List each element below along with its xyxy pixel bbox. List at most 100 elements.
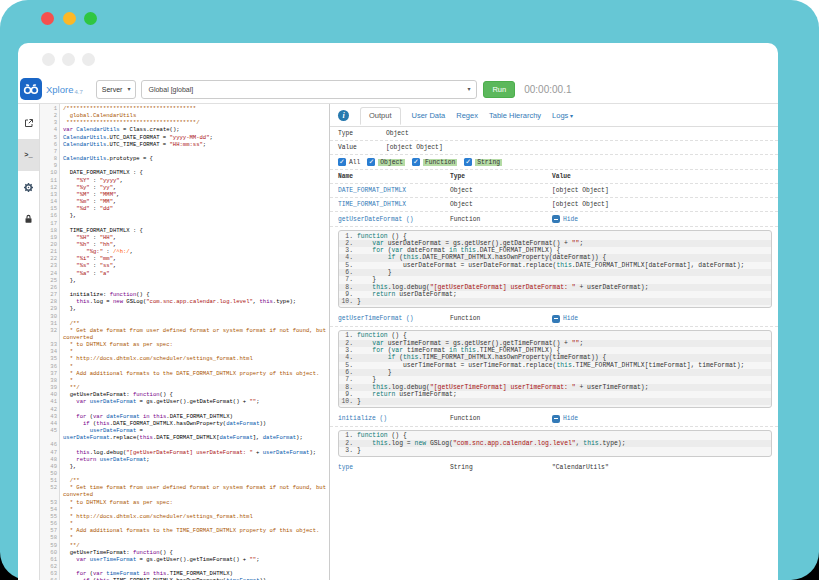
editor-line[interactable]: 12 "%y" : "yy", [40, 184, 329, 191]
editor-line[interactable]: 34 * [40, 348, 329, 355]
editor-line[interactable]: 28 this.log = new GSLog("com.snc.app.cal… [40, 298, 329, 305]
editor-line[interactable]: 10 DATE_FORMAT_DHTMLX : { [40, 169, 329, 176]
filter-string[interactable]: ✓String [464, 158, 502, 166]
editor-line[interactable]: 5CalendarUtils.UTC_DATE_FORMAT = "yyyy-M… [40, 134, 329, 141]
checkbox-checked-icon[interactable]: ✓ [338, 158, 346, 166]
editor-line[interactable]: 63 for (var timeFormat in this.TIME_FORM… [40, 570, 329, 577]
editor-line[interactable]: 18 TIME_FORMAT_DHTMLX : { [40, 227, 329, 234]
code-editor[interactable]: 1/**************************************… [40, 104, 330, 580]
hide-toggle[interactable]: Hide [552, 215, 770, 223]
tab-table-hierarchy[interactable]: Table Hierarchy [489, 111, 541, 120]
editor-line[interactable]: 22 "%i" : "mm", [40, 255, 329, 262]
editor-line[interactable]: 7 [40, 148, 329, 155]
run-button[interactable]: Run [483, 81, 515, 98]
editor-line[interactable]: 6CalendarUtils.UTC_TIME_FORMAT = "HH:mm:… [40, 141, 329, 148]
editor-line[interactable]: 49 }, [40, 463, 329, 470]
property-name-link[interactable]: TIME_FORMAT_DHTMLX [338, 201, 450, 208]
editor-line[interactable]: 50 [40, 470, 329, 477]
editor-line[interactable]: 4var CalendarUtils = Class.create(); [40, 126, 329, 133]
editor-line[interactable]: 35 * http://docs.dhtmlx.com/scheduler/se… [40, 355, 329, 362]
editor-line[interactable]: 56 * [40, 520, 329, 527]
editor-line[interactable]: 61 var userTimeFormat = gs.getUser().get… [40, 556, 329, 563]
hide-toggle[interactable]: Hide [552, 415, 770, 423]
code-line-text: var userTimeFormat = gs.getUser().getTim… [60, 556, 329, 563]
editor-line[interactable]: 20 "%h" : "hh", [40, 241, 329, 248]
editor-line[interactable]: 43 for (var dateFormat in this.DATE_FORM… [40, 413, 329, 420]
editor-line[interactable]: 51 /** [40, 477, 329, 484]
tab-user-data[interactable]: User Data [412, 111, 446, 120]
filter-object[interactable]: ✓Object [367, 158, 405, 166]
editor-line[interactable]: 30 [40, 313, 329, 320]
macos-minimize-button[interactable] [63, 12, 76, 25]
checkbox-checked-icon[interactable]: ✓ [464, 158, 472, 166]
editor-line[interactable]: 55 * http://docs.dhtmlx.com/scheduler/se… [40, 513, 329, 520]
editor-line[interactable]: 13 "%M" : "MMM", [40, 191, 329, 198]
macos-close-button[interactable] [41, 12, 54, 25]
editor-line[interactable]: 31 /** [40, 320, 329, 327]
editor-line[interactable]: 41 var userDateFormat = gs.getUser().get… [40, 398, 329, 405]
property-name-link[interactable]: type [338, 464, 450, 471]
editor-line[interactable]: 3 **************************************… [40, 119, 329, 126]
editor-line[interactable]: 42 [40, 406, 329, 413]
editor-line[interactable]: 24 "%a" : "a" [40, 270, 329, 277]
editor-line[interactable]: 44 if (this.DATE_FORMAT_DHTMLX.hasOwnPro… [40, 420, 329, 427]
editor-line[interactable]: 38 * [40, 377, 329, 384]
sidebar-item-settings[interactable] [18, 171, 39, 203]
editor-line[interactable]: 48 return userDateFormat; [40, 456, 329, 463]
editor-line[interactable]: 45 userDateFormat = userDateFormat.repla… [40, 427, 329, 441]
tab-output[interactable]: Output [360, 107, 401, 125]
line-number: 56 [40, 520, 60, 527]
editor-line[interactable]: 33 * to DHTMLX format as per spec: [40, 341, 329, 348]
property-name-link[interactable]: getUserTimeFormat () [338, 315, 450, 322]
editor-line[interactable]: 32 * Get date format from user defined f… [40, 327, 329, 341]
editor-line[interactable]: 54 * [40, 506, 329, 513]
editor-line[interactable]: 15 "%d" : "dd" [40, 205, 329, 212]
editor-line[interactable]: 9 [40, 162, 329, 169]
editor-line[interactable]: 62 [40, 563, 329, 570]
editor-line[interactable]: 60 getUserTimeFormat: function() { [40, 549, 329, 556]
editor-line[interactable]: 23 "%s" : "ss", [40, 262, 329, 269]
sidebar-item-terminal[interactable]: >_ [18, 139, 39, 171]
property-name-link[interactable]: DATE_FORMAT_DHTMLX [338, 187, 450, 194]
editor-line[interactable]: 25 }, [40, 277, 329, 284]
editor-line[interactable]: 17 [40, 220, 329, 227]
tab-regex[interactable]: Regex [456, 111, 478, 120]
editor-line[interactable]: 59 **/ [40, 542, 329, 549]
editor-line[interactable]: 47 this.log.debug("[getUserDateFormat] u… [40, 449, 329, 456]
editor-line[interactable]: 14 "%m" : "MM", [40, 198, 329, 205]
editor-line[interactable]: 37 * Add additional formats to the DATE_… [40, 370, 329, 377]
tab-logs[interactable]: Logs ▾ [552, 111, 573, 120]
hide-toggle[interactable]: Hide [552, 315, 770, 323]
info-icon[interactable]: i [338, 110, 349, 121]
editor-line[interactable]: 21 "%g:" : /^h:/, [40, 248, 329, 255]
editor-line[interactable]: 27 initialize: function() { [40, 291, 329, 298]
editor-line[interactable]: 58 * [40, 534, 329, 541]
code-line-text: "%s" : "ss", [60, 262, 329, 269]
editor-line[interactable]: 29 }, [40, 305, 329, 312]
editor-line[interactable]: 11 "%Y" : "yyyy", [40, 177, 329, 184]
scope-combobox[interactable]: Global [global]▾ [141, 80, 477, 99]
checkbox-checked-icon[interactable]: ✓ [367, 158, 375, 166]
editor-line[interactable]: 19 "%H" : "HH", [40, 234, 329, 241]
property-name-link[interactable]: initialize () [338, 415, 450, 422]
editor-line[interactable]: 53 * to DHTMLX format as per spec: [40, 499, 329, 506]
filter-function[interactable]: ✓Function [412, 158, 457, 166]
filter-all[interactable]: ✓All [338, 158, 360, 166]
checkbox-checked-icon[interactable]: ✓ [412, 158, 420, 166]
editor-line[interactable]: 16 }, [40, 212, 329, 219]
editor-line[interactable]: 40 getUserDateFormat: function() { [40, 391, 329, 398]
sidebar-item-security[interactable] [18, 203, 39, 235]
editor-line[interactable]: 1/**************************************… [40, 105, 329, 112]
editor-line[interactable]: 26 [40, 284, 329, 291]
macos-zoom-button[interactable] [84, 12, 97, 25]
editor-line[interactable]: 52 * Get time format from user defined f… [40, 484, 329, 498]
editor-line[interactable]: 46 [40, 441, 329, 448]
editor-line[interactable]: 2 global.CalendarUtils [40, 112, 329, 119]
server-dropdown[interactable]: Server▾ [96, 80, 137, 99]
property-name-link[interactable]: getUserDateFormat () [338, 216, 450, 223]
editor-line[interactable]: 8CalendarUtils.prototype = { [40, 155, 329, 162]
editor-line[interactable]: 36 * [40, 363, 329, 370]
editor-line[interactable]: 39 **/ [40, 384, 329, 391]
editor-line[interactable]: 57 * Add additional formats to the TIME_… [40, 527, 329, 534]
sidebar-item-open-new-window[interactable] [18, 107, 39, 139]
